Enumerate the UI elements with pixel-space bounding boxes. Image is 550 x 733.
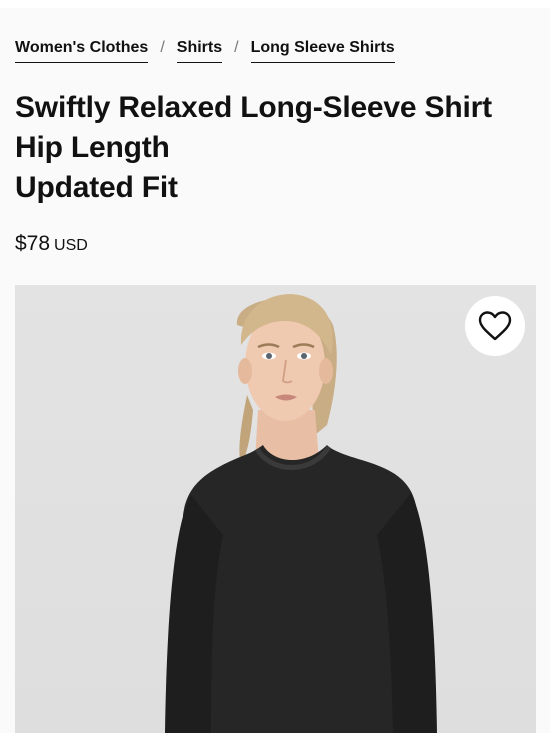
breadcrumb-link-womens-clothes[interactable]: Women's Clothes	[15, 37, 149, 63]
breadcrumb-link-long-sleeve-shirts[interactable]: Long Sleeve Shirts	[250, 37, 395, 63]
product-title-line-1: Swiftly Relaxed Long-Sleeve Shirt	[15, 91, 492, 124]
product-title: Swiftly Relaxed Long-Sleeve Shirt Hip Le…	[15, 88, 540, 208]
breadcrumb-separator: /	[160, 39, 165, 56]
product-title-line-2: Hip Length	[15, 131, 170, 164]
product-title-line-3: Updated Fit	[15, 171, 178, 204]
product-price: $78 USD	[15, 232, 88, 256]
breadcrumb-link-shirts[interactable]: Shirts	[176, 37, 223, 63]
price-amount: $78	[15, 232, 51, 255]
breadcrumb-separator: /	[234, 39, 239, 56]
product-image[interactable]	[15, 285, 536, 733]
wishlist-button[interactable]	[465, 296, 525, 356]
price-currency: USD	[54, 237, 88, 254]
heart-icon	[478, 311, 512, 341]
product-photo	[165, 294, 437, 733]
breadcrumb: Women's Clothes / Shirts / Long Sleeve S…	[15, 37, 395, 63]
top-strip	[0, 0, 550, 8]
